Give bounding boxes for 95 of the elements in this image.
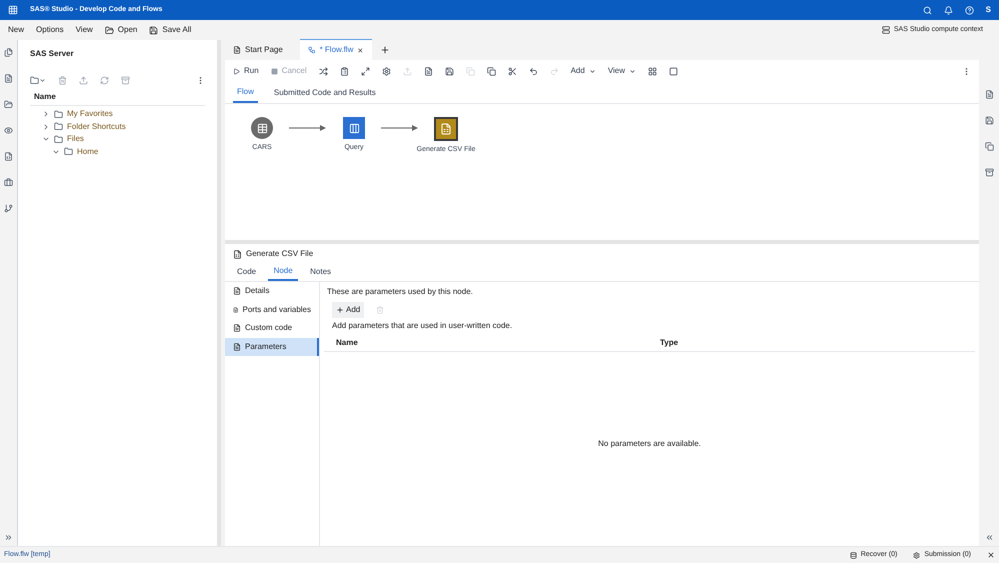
collapse-caret-icon[interactable] [42, 122, 50, 131]
properties-tab[interactable]: Code [233, 262, 260, 281]
table-icon [256, 122, 268, 134]
save-icon [149, 26, 158, 34]
resize-icon[interactable] [360, 66, 370, 76]
briefcase-icon[interactable] [4, 178, 13, 187]
grid-icon[interactable] [648, 66, 658, 76]
help-icon[interactable] [964, 6, 974, 14]
archive-icon[interactable] [984, 168, 994, 177]
document-icon[interactable] [984, 90, 994, 99]
expand-icon[interactable] [4, 533, 13, 542]
table-node[interactable] [251, 117, 273, 139]
menu-item[interactable]: View [76, 24, 93, 36]
columns-icon [348, 122, 360, 134]
panel-title: SAS Server [30, 48, 75, 60]
folder-icon [54, 110, 63, 119]
document-icon[interactable] [424, 66, 433, 76]
folder-icon[interactable] [4, 100, 13, 109]
csv-node[interactable] [434, 117, 458, 141]
document-icon [233, 287, 241, 296]
query-node[interactable] [343, 117, 365, 139]
folder-icon [104, 26, 114, 34]
document-icon [233, 342, 241, 351]
editor-tab[interactable]: * Flow.flw [300, 39, 372, 60]
refresh-icon[interactable] [100, 76, 109, 85]
undo-icon[interactable] [528, 66, 538, 76]
nav-item[interactable]: Custom code [225, 319, 319, 338]
run-button[interactable]: Run [233, 65, 259, 77]
caret-icon [629, 68, 636, 74]
view-tab[interactable]: Flow [233, 82, 258, 103]
save-all-button[interactable]: Save All [149, 24, 192, 36]
save-icon[interactable] [984, 116, 994, 125]
connector-arrow [289, 123, 327, 133]
nav-item[interactable]: Parameters [225, 338, 319, 356]
properties-tab[interactable]: Node [268, 262, 298, 281]
app-menu-icon[interactable] [8, 5, 18, 15]
add-dropdown[interactable]: Add [570, 65, 596, 77]
folder-icon [54, 134, 63, 144]
save-icon[interactable] [444, 66, 454, 76]
folder-icon [64, 147, 73, 156]
properties-tab[interactable]: Notes [306, 262, 336, 281]
document-icon [233, 324, 241, 332]
nav-item[interactable]: Details [225, 282, 319, 300]
gear-icon [913, 552, 920, 558]
hint-text: Add parameters that are used in user-written code. [331, 320, 514, 332]
stop-icon [270, 68, 278, 74]
caret-icon [588, 68, 596, 74]
search-icon[interactable] [922, 6, 932, 14]
collapse-icon[interactable] [984, 533, 994, 542]
document-icon [233, 306, 239, 314]
server-icon [882, 26, 890, 34]
settings-icon[interactable] [382, 66, 391, 76]
menu-item[interactable]: Options [36, 24, 64, 36]
copy-icon[interactable] [486, 66, 496, 76]
cut-icon[interactable] [508, 66, 517, 76]
branch-icon[interactable] [4, 204, 13, 213]
add-tab-icon[interactable] [380, 45, 390, 55]
eye-icon[interactable] [4, 126, 13, 135]
view-tab[interactable]: Submitted Code and Results [270, 82, 380, 103]
connector-arrow [381, 123, 419, 133]
collapse-caret-icon[interactable] [42, 110, 50, 118]
column-header: Name [336, 337, 359, 349]
open-button[interactable]: Open [104, 24, 138, 36]
close-icon[interactable] [987, 551, 995, 559]
view-dropdown[interactable]: View [608, 65, 636, 77]
spreadsheet-icon [440, 123, 452, 135]
tree-item[interactable]: My Favorites [67, 108, 113, 120]
tree-item[interactable]: Files [67, 133, 84, 146]
file-icon[interactable] [4, 152, 13, 161]
empty-message: No parameters are available. [598, 438, 701, 450]
trash-icon[interactable] [58, 76, 67, 85]
nav-item[interactable]: Ports and variables [225, 300, 319, 319]
tree-item[interactable]: Folder Shortcuts [67, 120, 126, 133]
properties-title: Generate CSV File [246, 248, 314, 260]
tree-item[interactable]: Home [77, 146, 98, 158]
plus-icon [336, 306, 344, 314]
column-header: Type [660, 337, 678, 349]
editor-tab[interactable]: Start Page [225, 39, 300, 60]
intro-text: These are parameters used by this node. [326, 286, 474, 298]
column-header: Name [30, 91, 205, 106]
add-button[interactable]: Add [332, 302, 364, 318]
upload-icon[interactable] [79, 76, 88, 85]
play-icon [233, 68, 240, 74]
bell-icon[interactable] [944, 6, 953, 14]
spreadsheet-icon [233, 250, 242, 258]
menu-item[interactable]: New [8, 24, 24, 36]
close-icon[interactable] [357, 46, 364, 54]
database-icon [850, 552, 857, 558]
folder-icon [54, 122, 63, 132]
document-icon[interactable] [4, 74, 13, 83]
flow-icon [308, 46, 316, 54]
user-avatar[interactable]: S [986, 4, 991, 16]
copy-icon[interactable] [984, 142, 994, 151]
files-icon[interactable] [4, 48, 13, 57]
page-icon [233, 46, 241, 54]
